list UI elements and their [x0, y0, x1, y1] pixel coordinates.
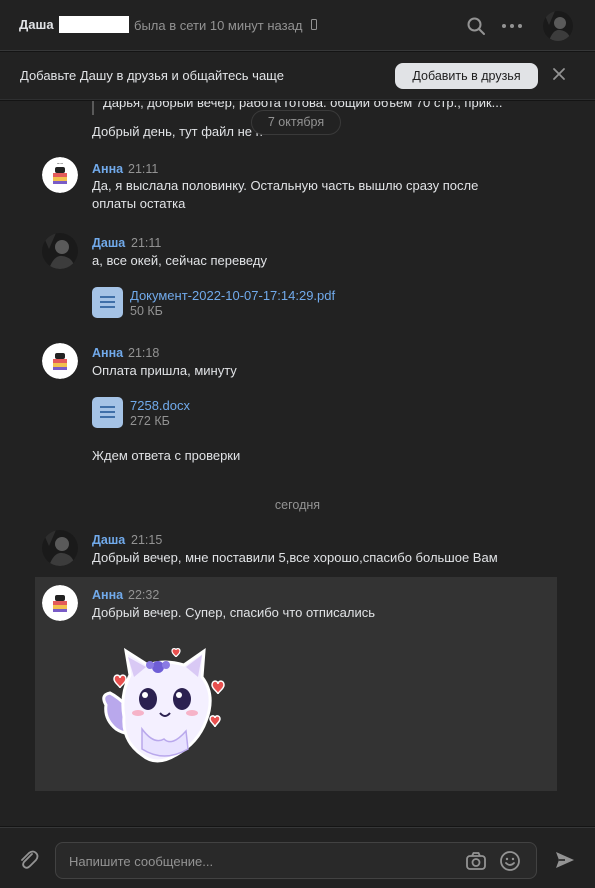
message-time[interactable]: 21:11 [131, 236, 161, 250]
more-icon[interactable] [500, 16, 524, 36]
emoji-icon[interactable] [499, 850, 521, 872]
date-separator: 7 октября [251, 110, 341, 135]
mobile-icon [311, 19, 317, 30]
message-author[interactable]: Анна [92, 162, 123, 176]
date-separator-today: сегодня [274, 498, 321, 512]
close-icon[interactable] [551, 66, 567, 82]
message-author[interactable]: Анна [92, 346, 123, 360]
send-icon[interactable] [554, 849, 576, 871]
message-text: Добрый вечер. Супер, спасибо что отписал… [92, 605, 375, 620]
document-size: 50 КБ [130, 304, 163, 318]
chat-header: Даша была в сети 10 минут назад [0, 0, 595, 51]
avatar[interactable]: ~~ [42, 157, 78, 193]
message-text: Да, я выслала половинку. Остальную часть… [92, 178, 479, 193]
avatar[interactable] [42, 585, 78, 621]
message-author[interactable]: Анна [92, 588, 123, 602]
message-text: Добрый день, тут файл не п [92, 124, 263, 139]
message-text: а, все окей, сейчас переведу [92, 253, 267, 268]
avatar[interactable] [42, 233, 78, 269]
document-link[interactable]: Документ-2022-10-07-17:14:29.pdf [130, 288, 335, 303]
peer-name[interactable]: Даша [19, 17, 54, 32]
message-input[interactable] [69, 851, 459, 871]
message-text: Оплата пришла, минуту [92, 363, 237, 378]
camera-icon[interactable] [465, 851, 487, 871]
paperclip-icon[interactable] [16, 848, 40, 872]
avatar[interactable] [42, 530, 78, 566]
document-icon[interactable] [92, 397, 123, 428]
add-friend-banner: Добавьте Дашу в друзья и общайтесь чаще … [0, 52, 595, 100]
message-time[interactable]: 21:15 [131, 533, 162, 547]
redacted-surname-box [59, 16, 129, 33]
svg-text:~~: ~~ [57, 161, 64, 166]
document-size: 272 КБ [130, 414, 170, 428]
message-author[interactable]: Даша [92, 533, 125, 547]
online-status: была в сети 10 минут назад [134, 18, 303, 33]
message-author[interactable]: Даша [92, 236, 125, 250]
add-friend-hint: Добавьте Дашу в друзья и общайтесь чаще [20, 68, 284, 83]
message-time[interactable]: 22:32 [128, 588, 159, 602]
add-friend-button[interactable]: Добавить в друзья [395, 63, 538, 89]
message-input-box[interactable] [55, 842, 537, 879]
message-history[interactable]: Дарья, добрый вечер, работа готова. общи… [0, 101, 595, 826]
avatar[interactable] [42, 343, 78, 379]
message-text: Ждем ответа с проверки [92, 448, 241, 463]
message-text: оплаты остатка [92, 196, 186, 211]
message-time[interactable]: 21:18 [128, 346, 159, 360]
message-text: Добрый вечер, мне поставили 5,все хорошо… [92, 550, 498, 565]
reply-quote-text: Дарья, добрый вечер, работа готова. общи… [103, 101, 503, 110]
peer-avatar[interactable] [543, 11, 573, 41]
document-link[interactable]: 7258.docx [130, 398, 190, 413]
document-icon[interactable] [92, 287, 123, 318]
cat-sticker[interactable] [98, 645, 230, 771]
search-icon[interactable] [466, 16, 486, 36]
message-composer [0, 827, 595, 888]
message-time[interactable]: 21:11 [128, 162, 158, 176]
